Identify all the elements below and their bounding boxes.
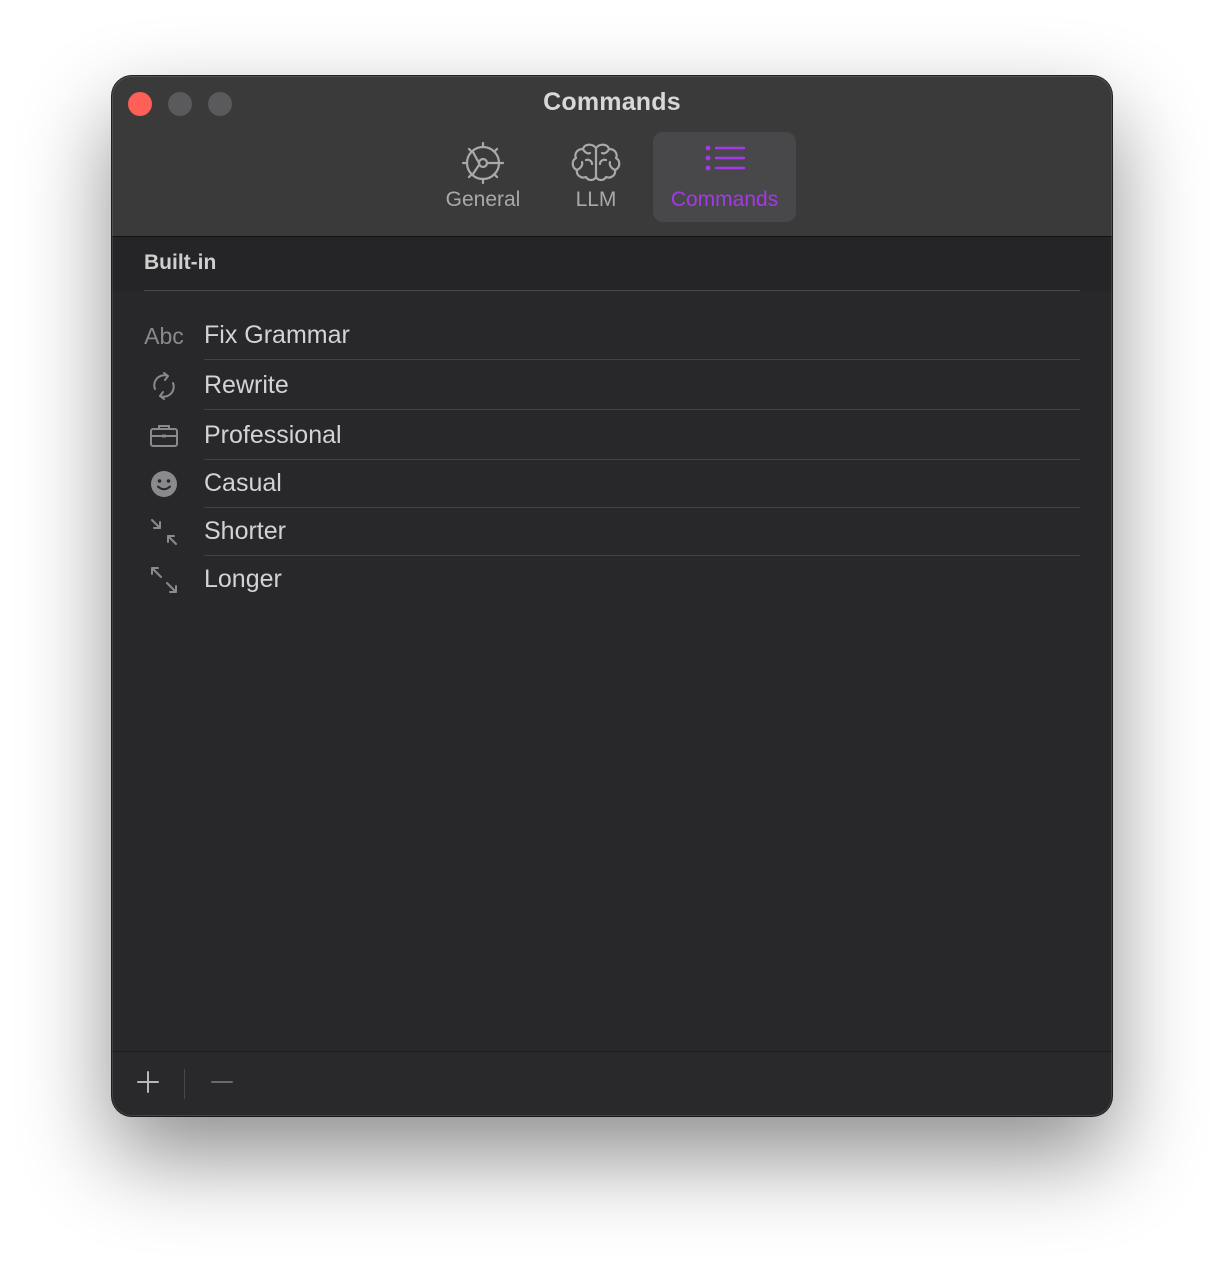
- add-command-button[interactable]: [132, 1068, 164, 1100]
- minus-icon: [209, 1069, 235, 1100]
- section-header: Built-in: [112, 237, 1112, 291]
- list-icon: [702, 140, 748, 191]
- briefcase-icon: [142, 420, 186, 452]
- remove-command-button[interactable]: [206, 1068, 238, 1100]
- command-label: Shorter: [204, 517, 286, 545]
- gear-icon: [460, 140, 506, 191]
- command-label: Longer: [204, 565, 282, 593]
- command-row-shorter[interactable]: Shorter: [112, 508, 1112, 556]
- row-divider: [204, 359, 1080, 360]
- command-row-longer[interactable]: Longer: [112, 556, 1112, 604]
- expand-arrows-icon: [142, 564, 186, 596]
- tab-general[interactable]: General: [432, 132, 534, 222]
- command-row-rewrite[interactable]: Rewrite: [112, 362, 1112, 410]
- command-row-fix-grammar[interactable]: Abc Fix Grammar: [112, 312, 1112, 360]
- command-label: Professional: [204, 421, 342, 449]
- abc-icon: Abc: [144, 322, 184, 349]
- tab-general-label: General: [445, 188, 521, 211]
- list-footer: [112, 1051, 1112, 1116]
- rewrite-arrows-icon: [142, 370, 186, 402]
- command-row-casual[interactable]: Casual: [112, 460, 1112, 508]
- footer-divider: [184, 1069, 185, 1099]
- command-label: Rewrite: [204, 371, 289, 399]
- tab-commands[interactable]: Commands: [653, 132, 796, 222]
- section-title: Built-in: [144, 251, 217, 274]
- brain-icon: [568, 140, 624, 191]
- section-divider: [144, 290, 1080, 291]
- command-label: Fix Grammar: [204, 321, 350, 349]
- titlebar: Commands General LLM Commands: [112, 76, 1112, 237]
- window-title: Commands: [543, 88, 681, 116]
- tab-llm[interactable]: LLM: [550, 132, 642, 222]
- shrink-arrows-icon: [142, 516, 186, 548]
- plus-icon: [135, 1069, 161, 1100]
- tab-llm-label: LLM: [575, 188, 617, 211]
- settings-window: Commands General LLM Commands Built-in A…: [112, 76, 1112, 1116]
- tab-commands-label: Commands: [670, 188, 779, 211]
- smiley-icon: [142, 468, 186, 500]
- command-label: Casual: [204, 469, 282, 497]
- command-row-professional[interactable]: Professional: [112, 412, 1112, 460]
- row-divider: [204, 409, 1080, 410]
